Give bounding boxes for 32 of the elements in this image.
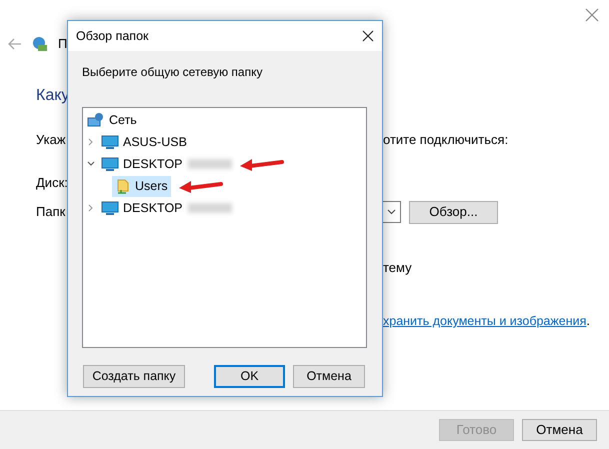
annotation-arrow [238,156,284,172]
annotation-arrow [176,178,223,194]
tree-item[interactable]: DESKTOP [98,154,186,174]
tree-item[interactable]: Сеть [84,110,140,130]
instruction-text: Укаж [36,132,66,146]
dialog-button[interactable]: OK [214,365,285,388]
footer-button[interactable]: Отмена [522,419,597,441]
shared-folder-icon [115,178,131,194]
close-icon[interactable] [362,30,374,42]
chevron-icon [387,209,396,215]
network-drive-icon [32,36,48,52]
tree-item[interactable]: ASUS-USB [98,132,190,152]
tree-item[interactable]: DESKTOP [98,198,186,218]
dialog-title: Обзор папок [76,28,148,45]
browse-button[interactable]: Обзор... [409,200,498,224]
option-text: тему [382,258,413,277]
folder-label: Папк [36,204,66,220]
computer-icon [101,201,119,215]
link-period: . [586,313,590,328]
page-heading: Каку [35,86,70,106]
window-title: П [58,35,68,53]
drive-label: Диск: [36,174,68,192]
back-arrow-icon[interactable] [8,38,22,50]
dialog-button[interactable]: Создать папку [83,365,185,388]
instruction-text: отите подключиться: [383,130,510,149]
tree-item[interactable]: Users [112,176,171,196]
computer-icon [101,135,119,149]
computer-icon [101,157,119,171]
dialog-prompt: Выберите общую сетевую папку [81,64,264,81]
documents-link[interactable]: хранить документы и изображения [383,314,586,328]
network-icon [87,112,105,128]
dialog-button[interactable]: Отмена [293,365,365,388]
